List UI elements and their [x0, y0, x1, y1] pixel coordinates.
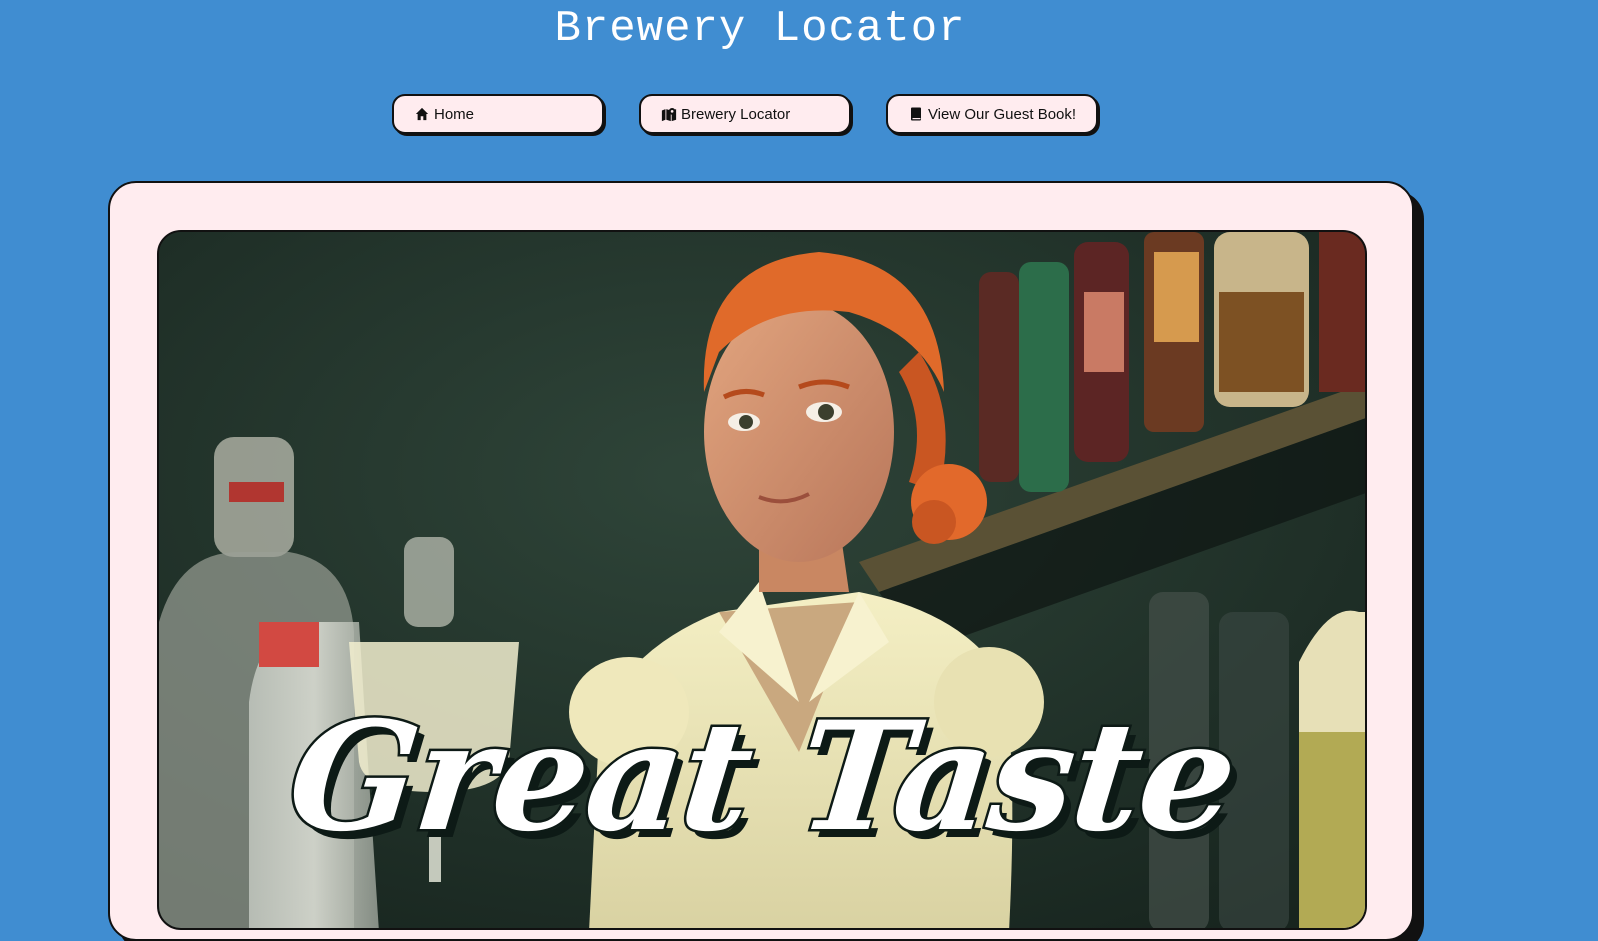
book-icon	[908, 106, 924, 122]
site-title: Brewery Locator	[554, 4, 966, 54]
hero-headline: Great Taste	[279, 687, 1245, 868]
hero-image: Great Taste	[157, 230, 1367, 930]
nav-brewery-locator-button[interactable]: Brewery Locator	[639, 94, 851, 134]
map-pin-icon	[661, 106, 677, 122]
nav-guest-book-label: View Our Guest Book!	[927, 105, 1077, 123]
nav-guest-book-button[interactable]: View Our Guest Book!	[886, 94, 1098, 134]
home-icon	[414, 106, 430, 122]
main-nav: Home Brewery Locator View Our Guest Book…	[0, 94, 1598, 138]
nav-home-label: Home	[434, 105, 475, 123]
nav-brewery-locator-label: Brewery Locator	[681, 105, 791, 123]
nav-home-button[interactable]: Home	[392, 94, 604, 134]
content-card: Great Taste	[108, 181, 1414, 941]
